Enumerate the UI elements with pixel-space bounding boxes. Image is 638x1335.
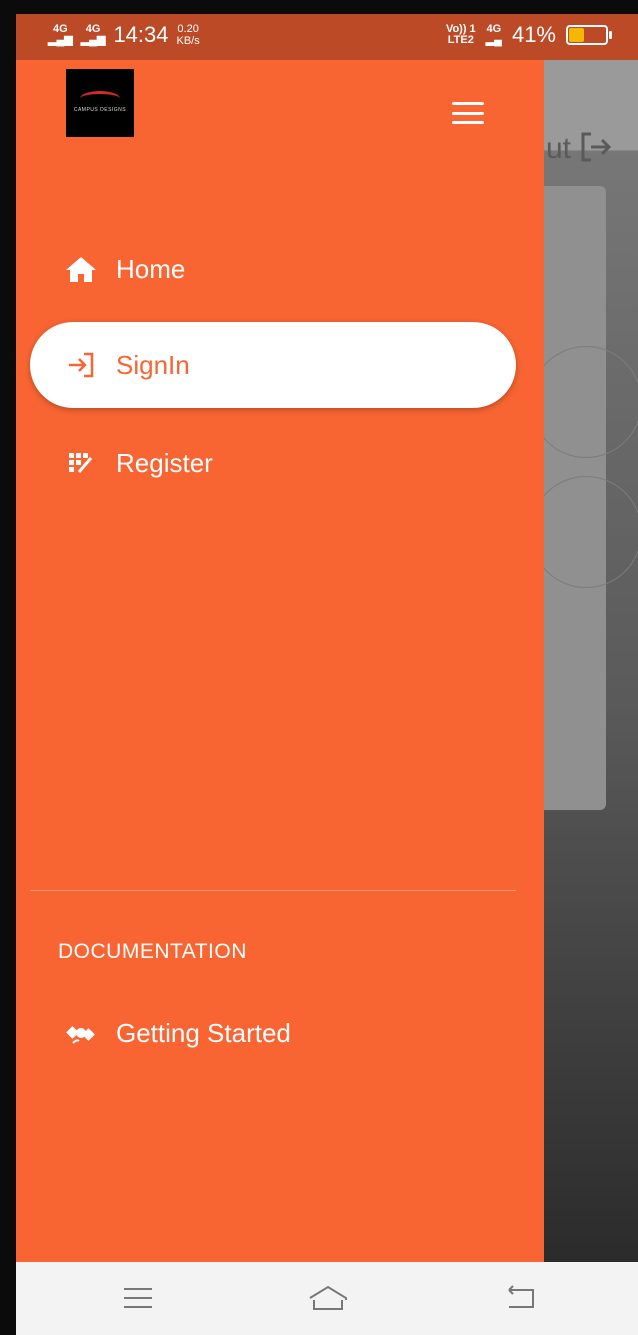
nav-item-label: Register — [116, 447, 213, 478]
logout-button[interactable]: ut — [546, 132, 613, 166]
battery-icon — [566, 25, 612, 45]
volte-indicator: Vo)) 1 LTE2 — [445, 23, 476, 46]
logo-text: CAMPUS DESIGNS — [73, 107, 127, 113]
satellite-icon — [58, 1017, 104, 1049]
logo-swirl — [80, 91, 120, 106]
register-icon — [58, 450, 104, 476]
logout-icon — [581, 132, 612, 162]
logout-label: ut — [546, 132, 572, 165]
nav-item-home[interactable]: Home — [30, 226, 516, 312]
drawer-divider — [30, 890, 516, 891]
battery-percent: 41% — [511, 22, 556, 47]
sign-in-icon — [58, 351, 104, 379]
background-circle — [530, 476, 638, 588]
hamburger-menu-icon[interactable] — [452, 102, 484, 124]
nav-item-register[interactable]: Register — [30, 420, 516, 506]
nav-item-label: Getting Started — [116, 1017, 291, 1048]
background-circle — [530, 346, 638, 458]
signal-icon: 4G ▂▄ — [485, 23, 502, 46]
nav-item-label: SignIn — [116, 349, 190, 380]
system-navigation-bar — [16, 1262, 638, 1335]
clock: 14:34 — [113, 22, 169, 47]
nav-item-getting-started[interactable]: Getting Started — [30, 990, 516, 1076]
app-logo[interactable]: CAMPUS DESIGNS — [66, 69, 134, 137]
signal-icon: 4G ▂▄▆ — [80, 23, 106, 46]
back-icon[interactable] — [498, 1280, 542, 1316]
screen: ut 4G ▂▄▆ 4G ▂▄▆ 14:34 0.20 KB/s Vo)) 1 … — [16, 14, 638, 1335]
menu-icon[interactable] — [116, 1280, 160, 1316]
home-icon — [58, 254, 104, 284]
status-bar: 4G ▂▄▆ 4G ▂▄▆ 14:34 0.20 KB/s Vo)) 1 LTE2 … — [16, 14, 638, 60]
nav-item-signin[interactable]: SignIn — [30, 322, 516, 408]
device-frame: ut 4G ▂▄▆ 4G ▂▄▆ 14:34 0.20 KB/s Vo)) 1 … — [0, 0, 638, 1335]
navigation-drawer: CAMPUS DESIGNS Home SignIn Register DOCU… — [16, 60, 544, 1262]
home-outline-icon[interactable] — [306, 1280, 350, 1316]
signal-icon: 4G ▂▄▆ — [48, 23, 73, 46]
section-title: DOCUMENTATION — [58, 940, 247, 963]
nav-item-label: Home — [116, 253, 186, 284]
network-speed: 0.20 KB/s — [176, 23, 200, 47]
